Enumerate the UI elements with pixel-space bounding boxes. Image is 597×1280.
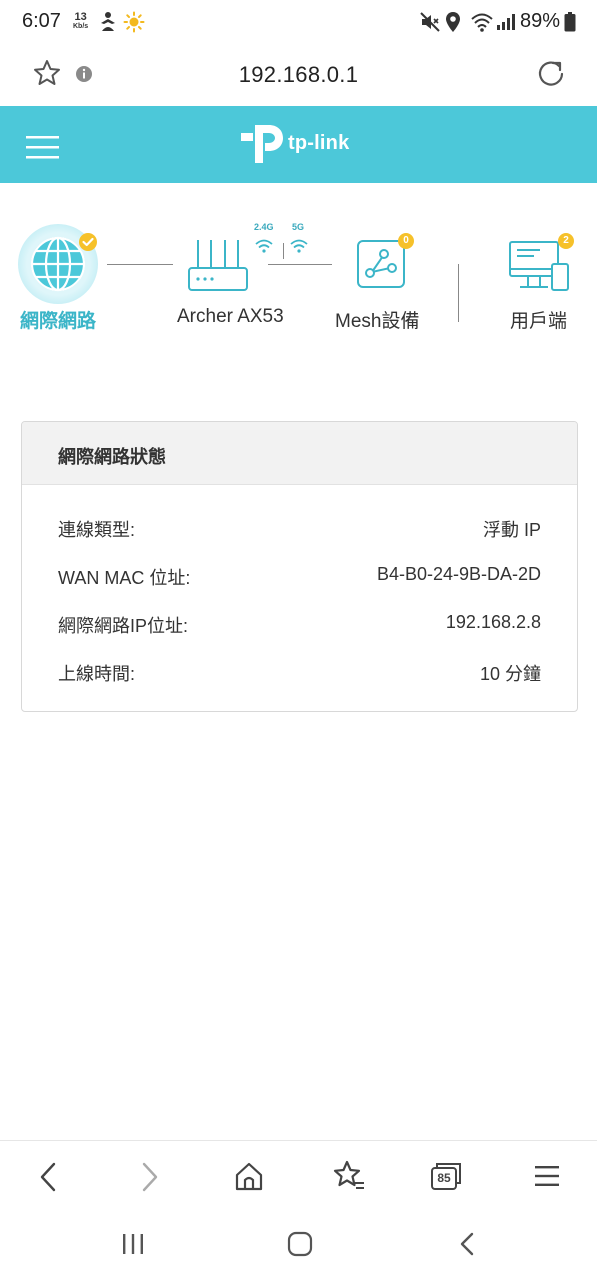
- site-header: tp-link: [0, 106, 597, 183]
- internet-ip-value: 192.168.2.8: [445, 612, 541, 632]
- back-icon[interactable]: [36, 1161, 60, 1193]
- bookmarks-icon[interactable]: [332, 1159, 366, 1193]
- wifi-5g-icon: [290, 239, 308, 253]
- logo-text: tp-link: [288, 132, 350, 154]
- connection-type-label: 連線類型:: [58, 520, 136, 540]
- tp-link-logo-icon: [241, 125, 283, 163]
- internet-status-card: 網際網路狀態 連線類型: 浮動 IP WAN MAC 位址: B4-B0-24-…: [21, 421, 578, 712]
- network-speed-value: 13: [74, 11, 87, 23]
- card-title: 網際網路狀態: [58, 447, 166, 467]
- uptime-value: 10 分鐘: [479, 664, 541, 684]
- uptime-label: 上線時間:: [58, 664, 136, 684]
- recent-apps-icon[interactable]: [120, 1232, 146, 1256]
- mute-icon: [420, 12, 440, 32]
- home-nav-icon[interactable]: [287, 1231, 313, 1257]
- mesh-device-icon[interactable]: [356, 239, 406, 289]
- router-label[interactable]: Archer AX53: [177, 306, 284, 328]
- band-5g-label: 5G: [292, 222, 305, 232]
- network-speed: 13 Kb/s: [73, 12, 88, 31]
- url-text[interactable]: 192.168.0.1: [0, 62, 597, 88]
- mesh-count-badge: 0: [398, 233, 414, 249]
- address-bar: 192.168.0.1: [0, 44, 597, 106]
- connector-line: [268, 264, 332, 265]
- menu-icon[interactable]: [26, 134, 60, 162]
- figure-notification-icon: [101, 12, 115, 31]
- status-bar: 6:07 13 Kb/s 89%: [0, 0, 597, 44]
- topology-divider: [458, 264, 459, 322]
- back-nav-icon[interactable]: [456, 1231, 478, 1257]
- connector-line: [107, 264, 173, 265]
- forward-icon[interactable]: [138, 1161, 162, 1193]
- sun-icon: [123, 11, 145, 33]
- router-icon[interactable]: [186, 238, 250, 294]
- internet-ip-label: 網際網路IP位址:: [58, 616, 189, 636]
- wan-mac-value: B4-B0-24-9B-DA-2D: [376, 564, 541, 584]
- clients-icon[interactable]: [508, 240, 570, 294]
- browser-menu-icon[interactable]: [534, 1163, 560, 1189]
- band-2-4g-label: 2.4G: [254, 222, 274, 232]
- connected-check-icon: [79, 233, 97, 251]
- signal-icon: [497, 14, 515, 30]
- clients-label[interactable]: 用戶端: [510, 306, 567, 333]
- band-divider: [283, 243, 284, 259]
- battery-percent: 89%: [520, 10, 561, 32]
- mesh-label[interactable]: Mesh設備: [335, 306, 419, 333]
- location-icon: [446, 12, 460, 32]
- browser-toolbar: 85: [0, 1140, 597, 1212]
- connection-type-value: 浮動 IP: [482, 520, 541, 540]
- home-icon[interactable]: [234, 1161, 264, 1193]
- status-time: 6:07: [22, 10, 61, 32]
- internet-label[interactable]: 網際網路: [20, 306, 96, 333]
- card-header: 網際網路狀態: [22, 422, 577, 485]
- tab-count: 85: [437, 1171, 451, 1185]
- battery-icon: [564, 12, 576, 32]
- clients-count-badge: 2: [558, 233, 574, 249]
- tabs-button[interactable]: 85: [430, 1161, 462, 1191]
- wifi-2-4g-icon: [255, 239, 273, 253]
- system-nav-bar: [0, 1212, 597, 1280]
- reload-icon[interactable]: [536, 58, 566, 88]
- wifi-icon: [471, 13, 493, 32]
- wan-mac-label: WAN MAC 位址:: [58, 568, 191, 588]
- network-speed-unit: Kb/s: [73, 23, 89, 30]
